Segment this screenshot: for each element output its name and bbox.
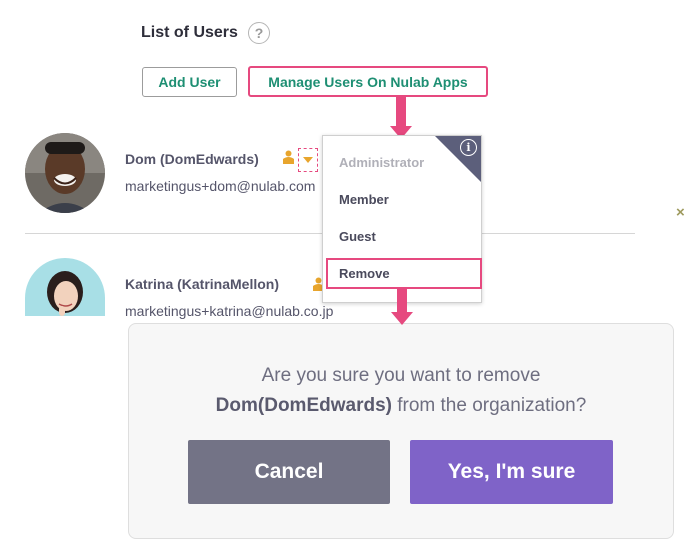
dropdown-item-administrator: Administrator [339,155,425,170]
cancel-button[interactable]: Cancel [188,440,390,504]
user-email: marketingus+katrina@nulab.co.jp [125,303,334,319]
role-dropdown-toggle[interactable] [298,148,318,172]
avatar [25,133,105,213]
annotation-arrow-down [390,97,412,139]
admin-person-icon [283,150,294,164]
dialog-message-line1: Are you sure you want to remove [261,365,541,386]
confirm-remove-button[interactable]: Yes, I'm sure [410,440,613,504]
dropdown-item-guest[interactable]: Guest [339,229,376,244]
annotation-arrow-down [391,289,413,325]
dialog-message-rest: from the organization? [391,395,587,416]
dropdown-item-member[interactable]: Member [339,192,389,207]
info-icon[interactable]: i [460,139,477,156]
user-name: Katrina (KatrinaMellon) [125,276,280,292]
confirm-remove-dialog: Are you sure you want to remove Dom(DomE… [128,323,674,539]
dialog-user-name: Dom(DomEdwards) [215,395,392,416]
manage-users-button[interactable]: Manage Users On Nulab Apps [248,66,488,97]
user-email: marketingus+dom@nulab.com [125,178,316,194]
dialog-message-line2: Dom(DomEdwards) from the organization? [129,395,673,417]
avatar [25,258,105,316]
chevron-down-icon [303,157,313,163]
user-name: Dom (DomEdwards) [125,151,259,167]
role-dropdown-menu: i Administrator Member Guest Remove [322,135,482,303]
add-user-button[interactable]: Add User [142,67,237,97]
close-icon[interactable]: × [676,204,685,221]
page-title: List of Users [141,24,238,41]
help-icon[interactable]: ? [248,22,270,44]
dropdown-item-remove[interactable]: Remove [339,266,390,281]
